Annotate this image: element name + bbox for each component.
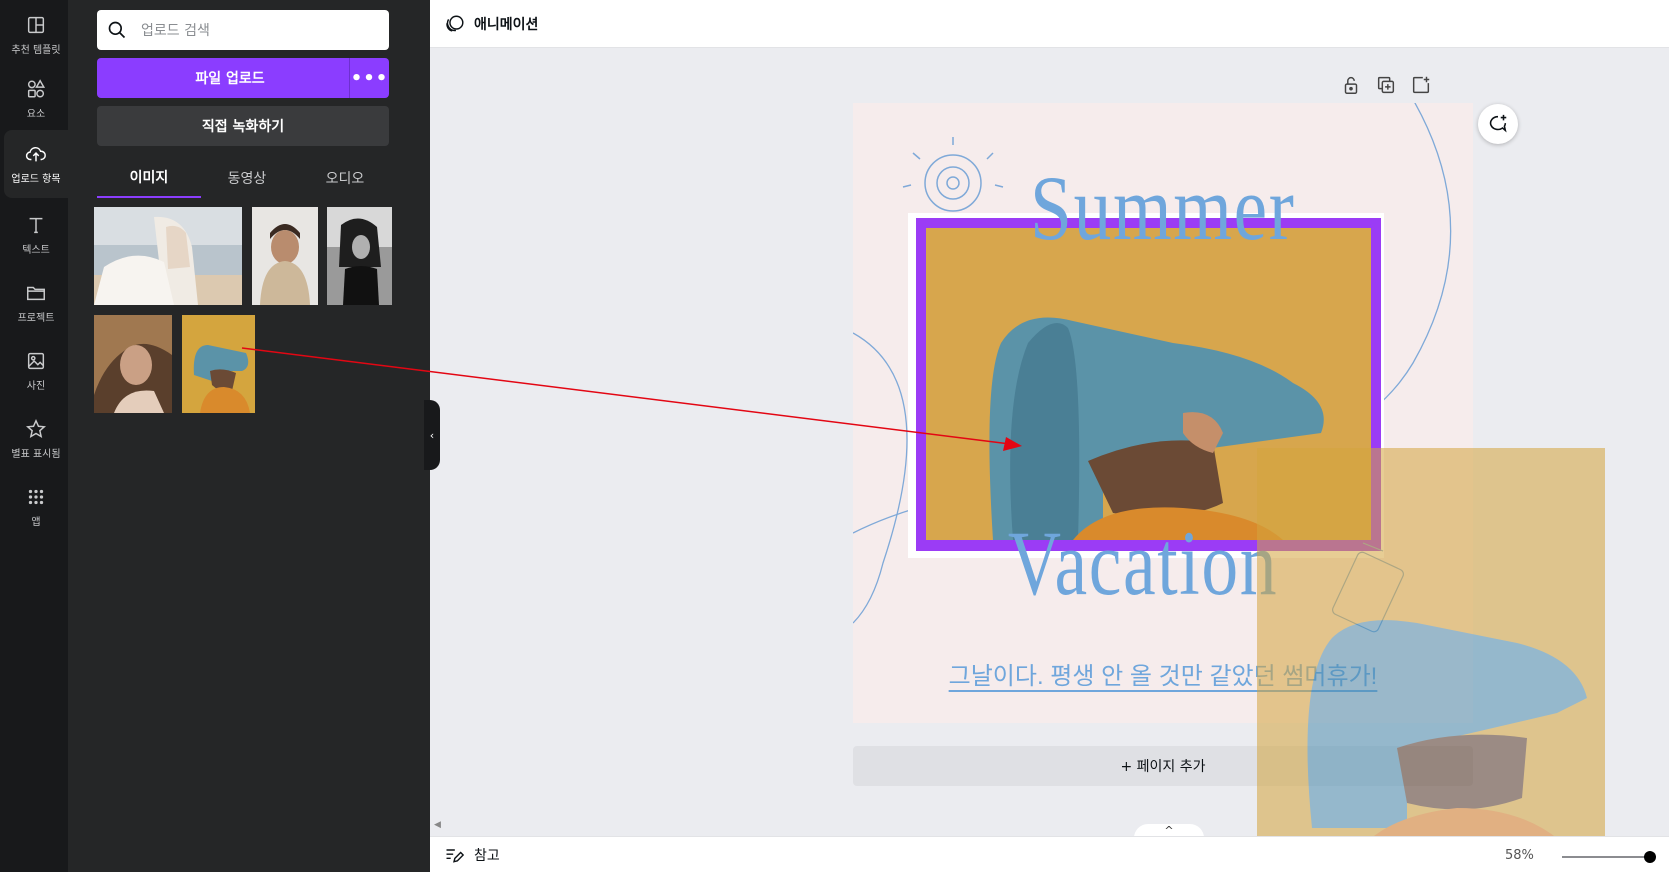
drag-arrow-annotation — [241, 347, 1022, 451]
zoom-slider-handle[interactable] — [1644, 851, 1656, 863]
scroll-left-arrow[interactable]: ◀ — [434, 820, 441, 830]
bottom-bar: 참고 — [430, 836, 1669, 872]
notes-button[interactable]: 참고 — [474, 845, 500, 865]
notes-icon — [446, 848, 464, 863]
zoom-level[interactable]: 58% — [1505, 848, 1534, 863]
zoom-slider-track[interactable] — [1562, 856, 1650, 858]
